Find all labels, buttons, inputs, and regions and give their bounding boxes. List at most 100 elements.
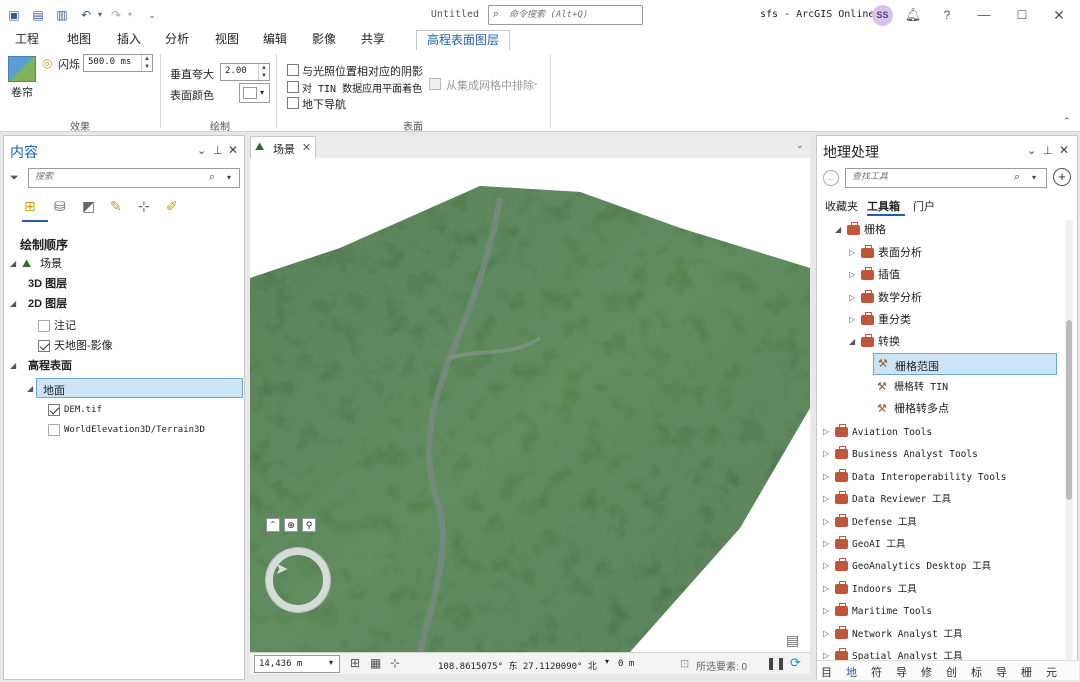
scrollbar-thumb[interactable]: [1066, 320, 1072, 500]
tab-favorites[interactable]: 收藏夹: [825, 198, 858, 214]
collapsed-icon[interactable]: ▷: [823, 467, 829, 487]
expanded-icon[interactable]: ◢: [849, 332, 855, 352]
terrain-render[interactable]: [250, 158, 810, 652]
swipe-label[interactable]: 卷帘: [11, 84, 33, 100]
bottom-tab[interactable]: 目: [821, 664, 832, 680]
bottom-tab[interactable]: 地: [846, 664, 857, 680]
list-by-labeling-icon[interactable]: ✐: [166, 198, 178, 215]
bell-icon[interactable]: 🔔︎: [904, 6, 922, 24]
close-tab-icon[interactable]: ✕: [302, 141, 311, 154]
refresh-icon[interactable]: ⟳: [790, 655, 801, 671]
close-pane-icon[interactable]: ✕: [228, 143, 238, 157]
collapsed-icon[interactable]: ▷: [849, 310, 855, 330]
grid-icon[interactable]: ▦: [370, 656, 381, 670]
tab-imagery[interactable]: 影像: [305, 30, 343, 52]
chevron-down-icon[interactable]: ▾: [1032, 173, 1036, 182]
bottom-tab[interactable]: 导: [896, 664, 907, 680]
vertical-exaggeration-input[interactable]: 2.00 ▲ ▼: [220, 63, 270, 81]
scene-view[interactable]: ⌃ ⊕ ⚲ ➤ ▤: [250, 158, 810, 652]
bottom-tab[interactable]: 创: [946, 664, 957, 680]
collapse-navigator-icon[interactable]: ⌃: [266, 518, 280, 532]
tab-toolboxes[interactable]: 工具箱: [867, 198, 900, 214]
undo-dropdown-icon[interactable]: ▾: [92, 7, 108, 23]
notes-checkbox[interactable]: [38, 320, 50, 332]
tool-item[interactable]: ⚒ 栅格转 TIN: [877, 377, 948, 397]
scene-view-tab[interactable]: ⛰ 场景 ✕: [250, 136, 316, 158]
minimize-icon[interactable]: —: [975, 6, 993, 24]
close-pane-icon[interactable]: ✕: [1059, 143, 1069, 157]
geoprocessing-search[interactable]: ⌕ ▾: [845, 168, 1047, 188]
surface-color-picker[interactable]: ▾: [239, 83, 270, 103]
tab-share[interactable]: 共享: [354, 30, 392, 52]
contents-search-input[interactable]: [35, 172, 185, 182]
chevron-down-icon[interactable]: ▾: [605, 657, 609, 666]
first-person-icon[interactable]: ⚲: [302, 518, 316, 532]
expanded-icon[interactable]: ◢: [27, 384, 33, 393]
tab-map[interactable]: 地图: [60, 30, 98, 52]
tool-raster-domain-selected[interactable]: ⚒ 栅格范围: [873, 353, 1057, 375]
collapsed-icon[interactable]: ▷: [823, 579, 829, 599]
world-elevation-checkbox[interactable]: [48, 424, 60, 436]
flicker-icon[interactable]: ◎: [42, 56, 52, 70]
underground-navigation-checkbox[interactable]: [287, 97, 299, 109]
collapsed-icon[interactable]: ▷: [823, 422, 829, 442]
find-tools-input[interactable]: [852, 172, 1002, 182]
open-project-icon[interactable]: ▤: [30, 7, 46, 23]
pane-options-icon[interactable]: ⌄: [1027, 144, 1036, 157]
tab-view[interactable]: 视图: [208, 30, 246, 52]
tab-edit[interactable]: 编辑: [256, 30, 294, 52]
collapsed-icon[interactable]: ▷: [823, 601, 829, 621]
pin-icon[interactable]: ⊥: [1043, 144, 1053, 157]
legend-icon[interactable]: ▤: [786, 632, 799, 649]
pause-icon[interactable]: ❚❚: [766, 656, 786, 670]
customize-toolbar-icon[interactable]: ⌄: [144, 7, 160, 23]
maximize-icon[interactable]: ☐: [1013, 6, 1031, 24]
list-by-selection-icon[interactable]: ◩: [82, 198, 95, 215]
spinner-arrows-icon[interactable]: ▲ ▼: [141, 55, 152, 71]
contents-search[interactable]: ⌕ ▾: [28, 168, 240, 188]
list-by-editing-icon[interactable]: ✎: [110, 198, 122, 215]
bottom-tab[interactable]: 修: [921, 664, 932, 680]
chevron-down-icon[interactable]: ▾: [227, 173, 231, 182]
tab-portal[interactable]: 门户: [913, 198, 935, 214]
tab-elevation-surface-layer[interactable]: 高程表面图层: [416, 30, 510, 52]
expanded-icon[interactable]: ◢: [10, 254, 16, 274]
tin-shading-checkbox[interactable]: [287, 81, 299, 93]
collapsed-icon[interactable]: ▷: [823, 624, 829, 644]
back-arrow-icon[interactable]: ←: [823, 170, 839, 186]
save-project-icon[interactable]: ▥: [54, 7, 70, 23]
tree-item-ground-selected[interactable]: ◢ 地面: [27, 378, 243, 398]
snapping-icon[interactable]: ⊹: [390, 656, 400, 670]
bottom-tab[interactable]: 栅: [1021, 664, 1032, 680]
add-icon[interactable]: +: [1053, 168, 1071, 186]
list-by-drawing-order-icon[interactable]: ⊞: [24, 198, 36, 215]
tianditu-checkbox[interactable]: [38, 340, 50, 352]
navigate-icon[interactable]: ⊞: [350, 656, 360, 670]
collapsed-icon[interactable]: ▷: [849, 288, 855, 308]
command-search-input[interactable]: [509, 8, 637, 22]
flicker-interval-input[interactable]: 500.0 ms ▲ ▼: [83, 54, 153, 72]
help-button[interactable]: ?: [938, 6, 956, 24]
filter-icon[interactable]: ⏷: [10, 172, 19, 185]
scale-selector[interactable]: 14,436 m ▾: [254, 655, 340, 673]
bottom-tab[interactable]: 标: [971, 664, 982, 680]
exclude-from-mesh-button[interactable]: 从集成网格中排除: [446, 77, 534, 93]
tab-project[interactable]: 工程: [8, 30, 46, 52]
tab-analysis[interactable]: 分析: [158, 30, 196, 52]
collapse-ribbon-icon[interactable]: ⌃: [1063, 116, 1071, 127]
tab-insert[interactable]: 插入: [110, 30, 148, 52]
collapsed-icon[interactable]: ▷: [849, 265, 855, 285]
new-project-icon[interactable]: ▣: [6, 7, 22, 23]
expanded-icon[interactable]: ◢: [10, 356, 16, 376]
tab-list-icon[interactable]: ⌄: [796, 140, 804, 151]
collapsed-icon[interactable]: ▷: [849, 243, 855, 263]
pin-icon[interactable]: ⊥: [213, 144, 223, 157]
pane-options-icon[interactable]: ⌄: [197, 144, 206, 157]
scrollbar-track[interactable]: [1065, 220, 1073, 660]
list-by-data-source-icon[interactable]: ⛁: [54, 198, 66, 215]
tree-item-3d-layers[interactable]: 3D 图层: [28, 274, 67, 294]
full-extent-icon[interactable]: ⊕: [284, 518, 298, 532]
collapsed-icon[interactable]: ▷: [823, 534, 829, 554]
spinner-arrows-icon[interactable]: ▲ ▼: [258, 64, 269, 80]
dem-checkbox[interactable]: [48, 404, 60, 416]
